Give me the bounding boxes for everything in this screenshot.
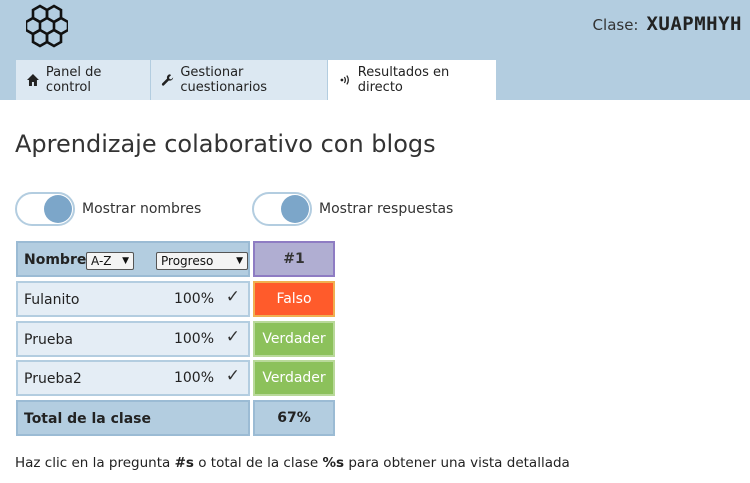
answer-cell[interactable]: Verdader [253,360,335,396]
show-answers-label: Mostrar respuestas [319,201,454,217]
check-icon: ✓ [225,287,240,307]
hint-text-2: o total de la clase [193,455,323,471]
student-name: Fulanito [24,292,80,308]
tab-dashboard-label: Panel de control [45,65,102,95]
nav-bar: Panel de control Gestionar cuestionarios… [0,60,750,100]
hint-total-token: %s [322,455,345,471]
hint-text-3: para obtener una vista detallada [344,455,570,471]
toggle-knob [44,195,72,223]
student-progress: 100% [173,370,214,386]
tab-dashboard[interactable]: Panel de control [16,60,150,100]
tab-manage-quizzes[interactable]: Gestionar cuestionarios [151,60,327,100]
table-header-name: Nombre A-Z ▼ Progreso ▼ [16,241,250,277]
hexagon-logo-icon[interactable] [26,3,68,49]
hint-question-token: #s [174,455,194,471]
page-title: Aprendizaje colaborativo con blogs [15,130,436,158]
show-answers-toggle[interactable] [252,192,312,226]
class-code: XUAPMHYH [646,13,742,35]
class-label: Clase: [592,16,639,34]
show-names-label: Mostrar nombres [82,201,202,217]
name-column-label: Nombre [24,252,87,268]
class-total-value[interactable]: 67% [253,400,335,436]
check-icon: ✓ [225,366,240,386]
broadcast-icon [340,75,349,85]
sort-select-value: A-Z [91,254,112,268]
check-icon: ✓ [225,327,240,347]
student-name: Prueba2 [24,371,82,387]
progress-select-value: Progreso [161,254,214,268]
class-total-row[interactable]: Total de la clase [16,400,250,436]
tab-results-label: Resultados en directo [357,65,450,95]
table-row[interactable]: Prueba2 100% ✓ [16,360,250,396]
wrench-icon [161,74,174,86]
class-info: Clase: XUAPMHYH [593,13,742,35]
class-total-label: Total de la clase [24,411,152,427]
tab-manage-label: Gestionar cuestionarios [180,65,268,95]
dropdown-arrow-icon: ▼ [122,256,129,266]
student-progress: 100% [173,331,214,347]
toggle-knob [281,195,309,223]
answer-cell[interactable]: Falso [253,281,335,317]
show-names-toggle[interactable] [15,192,75,226]
student-progress: 100% [173,291,214,307]
help-text: Haz clic en la pregunta #s o total de la… [15,455,570,471]
student-name: Prueba [24,332,73,348]
table-row[interactable]: Fulanito 100% ✓ [16,281,250,317]
app-header: Clase: XUAPMHYH [0,0,750,60]
table-row[interactable]: Prueba 100% ✓ [16,321,250,357]
home-icon [26,74,39,86]
question-header-1[interactable]: #1 [253,241,335,277]
dropdown-arrow-icon: ▼ [236,256,243,266]
hint-text-1: Haz clic en la pregunta [15,455,175,471]
answer-cell[interactable]: Verdader [253,321,335,357]
progress-select[interactable]: Progreso ▼ [156,252,248,270]
tab-live-results[interactable]: Resultados en directo [328,60,496,100]
sort-select[interactable]: A-Z ▼ [86,252,134,270]
